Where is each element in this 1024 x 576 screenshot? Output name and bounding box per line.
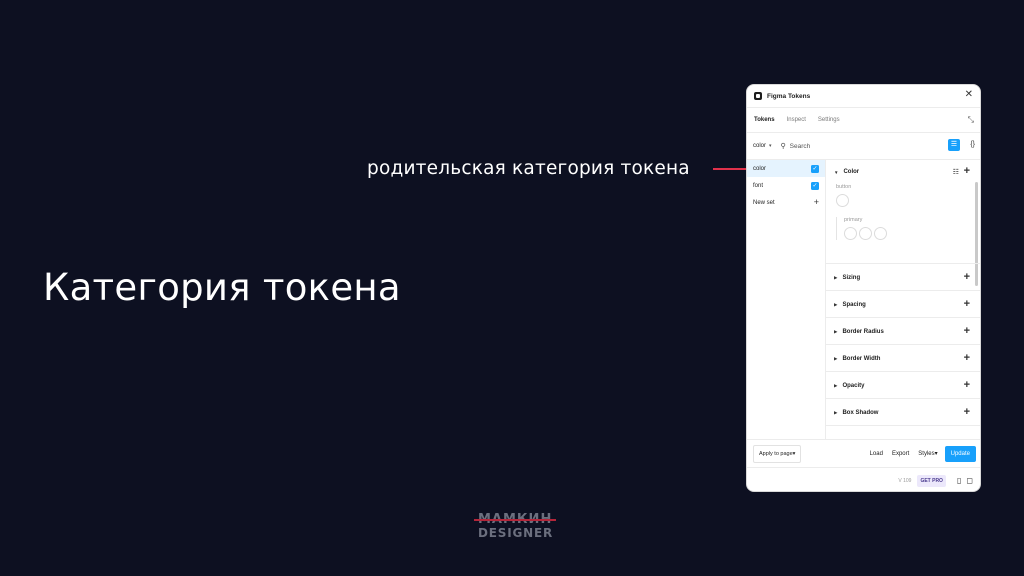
token-group-spacing: ▶ Spacing +: [826, 291, 980, 318]
tokens-panel: ▼ Color ☷ + button primary ▶ Sizing + ▶ …: [826, 160, 980, 439]
search-input[interactable]: ⚲ Search: [780, 142, 811, 151]
plugin-title: Figma Tokens: [767, 92, 811, 100]
plugin-window: Figma Tokens ✕ Tokens Inspect Settings ⤡…: [746, 84, 981, 492]
add-token-icon[interactable]: +: [964, 380, 970, 391]
caret-right-icon: ▶: [834, 274, 838, 280]
add-token-icon[interactable]: +: [964, 407, 970, 418]
set-item-label: font: [753, 182, 764, 189]
caret-right-icon: ▶: [834, 382, 838, 388]
token-group-color: ▼ Color ☷ + button primary: [826, 160, 980, 264]
search-placeholder: Search: [789, 142, 811, 150]
add-token-icon[interactable]: +: [964, 272, 970, 283]
set-item-label: color: [753, 165, 767, 172]
token-group-header[interactable]: ▶ Border Radius +: [834, 318, 972, 345]
new-set-label: New set: [753, 199, 775, 206]
color-swatch[interactable]: [836, 194, 849, 207]
color-swatch[interactable]: [859, 227, 872, 240]
color-swatch[interactable]: [844, 227, 857, 240]
add-token-icon[interactable]: +: [964, 353, 970, 364]
token-group-header[interactable]: ▶ Sizing +: [834, 264, 972, 291]
annotation-label: родительская категория токена: [367, 158, 690, 179]
token-group-title: Border Width: [842, 355, 881, 362]
apply-label: Apply to page: [759, 450, 793, 457]
plus-icon[interactable]: +: [814, 198, 819, 207]
new-set-button[interactable]: New set +: [747, 194, 825, 211]
brand-logo: МАМКИН DESIGNER: [470, 512, 560, 542]
logo-bottom-text: DESIGNER: [478, 526, 553, 540]
chevron-down-icon: ▾: [769, 143, 772, 149]
token-subgroup-label: button: [836, 184, 852, 190]
update-button[interactable]: Update: [944, 445, 976, 462]
token-group-sizing: ▶ Sizing +: [826, 264, 980, 291]
styles-label: Styles: [918, 451, 935, 457]
search-icon: ⚲: [780, 143, 786, 150]
caret-right-icon: ▶: [834, 355, 838, 361]
tab-inspect[interactable]: Inspect: [787, 117, 806, 123]
token-group-header[interactable]: ▶ Box Shadow +: [834, 399, 972, 426]
token-group-title: Opacity: [842, 382, 865, 389]
close-icon[interactable]: ✕: [965, 90, 973, 100]
load-button[interactable]: Load: [870, 451, 883, 457]
set-item-color[interactable]: color ✓: [747, 160, 825, 177]
collapse-icon[interactable]: ⤡: [968, 115, 974, 125]
nested-subgroup: primary: [836, 217, 972, 240]
add-token-icon[interactable]: +: [964, 166, 970, 177]
swatch-row: [844, 227, 972, 240]
tab-tokens[interactable]: Tokens: [754, 117, 775, 123]
token-set-dropdown-label: color: [753, 143, 767, 149]
token-group-border-radius: ▶ Border Radius +: [826, 318, 980, 345]
token-group-header[interactable]: ▶ Border Width +: [834, 345, 972, 372]
token-group-title: Sizing: [842, 274, 861, 281]
swatch-row: [836, 194, 972, 207]
get-pro-badge[interactable]: GET PRO: [917, 474, 946, 487]
docs-icon[interactable]: ▯: [957, 476, 961, 485]
plugin-tabs: Tokens Inspect Settings ⤡: [747, 108, 980, 133]
caret-down-icon: ▼: [834, 169, 839, 175]
checkbox-icon[interactable]: ✓: [811, 164, 819, 173]
plugin-status-bar: V 109 GET PRO ▯ ◻: [747, 467, 980, 491]
token-sets-panel: color ✓ font ✓ New set +: [747, 160, 826, 439]
plugin-header: Figma Tokens ✕: [747, 85, 980, 108]
caret-right-icon: ▶: [834, 301, 838, 307]
token-group-title: Box Shadow: [842, 409, 879, 416]
color-swatch[interactable]: [874, 227, 887, 240]
token-set-dropdown[interactable]: color ▾: [753, 143, 772, 149]
token-group-header[interactable]: ▶ Opacity +: [834, 372, 972, 399]
styles-dropdown[interactable]: Styles▾: [918, 450, 937, 457]
plugin-toolbar: color ▾ ⚲ Search ☰ {}: [747, 133, 980, 160]
plugin-body: color ✓ font ✓ New set + ▼ Color ☷ + but…: [747, 160, 980, 439]
checkbox-icon[interactable]: ✓: [811, 181, 819, 190]
token-group-box-shadow: ▶ Box Shadow +: [826, 399, 980, 426]
version-label: V 109: [898, 477, 912, 484]
token-group-title: Spacing: [842, 301, 866, 308]
token-subgroup-label: primary: [844, 217, 863, 223]
plugin-footer: Apply to page▾ Load Export Styles▾ Updat…: [747, 439, 980, 467]
tab-settings[interactable]: Settings: [818, 117, 840, 123]
add-token-icon[interactable]: +: [964, 326, 970, 337]
feedback-icon[interactable]: ◻: [966, 476, 973, 485]
add-token-icon[interactable]: +: [964, 299, 970, 310]
list-icon[interactable]: ☷: [953, 168, 959, 176]
list-view-icon[interactable]: ☰: [948, 139, 960, 151]
caret-right-icon: ▶: [834, 328, 838, 334]
token-group-header[interactable]: ▶ Spacing +: [834, 291, 972, 318]
json-view-icon[interactable]: {}: [970, 139, 975, 151]
set-item-font[interactable]: font ✓: [747, 177, 825, 194]
export-button[interactable]: Export: [892, 451, 909, 457]
caret-right-icon: ▶: [834, 409, 838, 415]
apply-to-page-dropdown[interactable]: Apply to page▾: [753, 444, 802, 463]
slide-title: Категория токена: [43, 266, 401, 309]
token-group-border-width: ▶ Border Width +: [826, 345, 980, 372]
figma-tokens-app-icon: [754, 92, 762, 100]
token-group-title: Color: [843, 169, 860, 175]
logo-strike-line: [474, 519, 556, 521]
token-group-header[interactable]: ▼ Color ☷ +: [834, 160, 972, 184]
token-group-opacity: ▶ Opacity +: [826, 372, 980, 399]
token-group-title: Border Radius: [842, 328, 884, 335]
